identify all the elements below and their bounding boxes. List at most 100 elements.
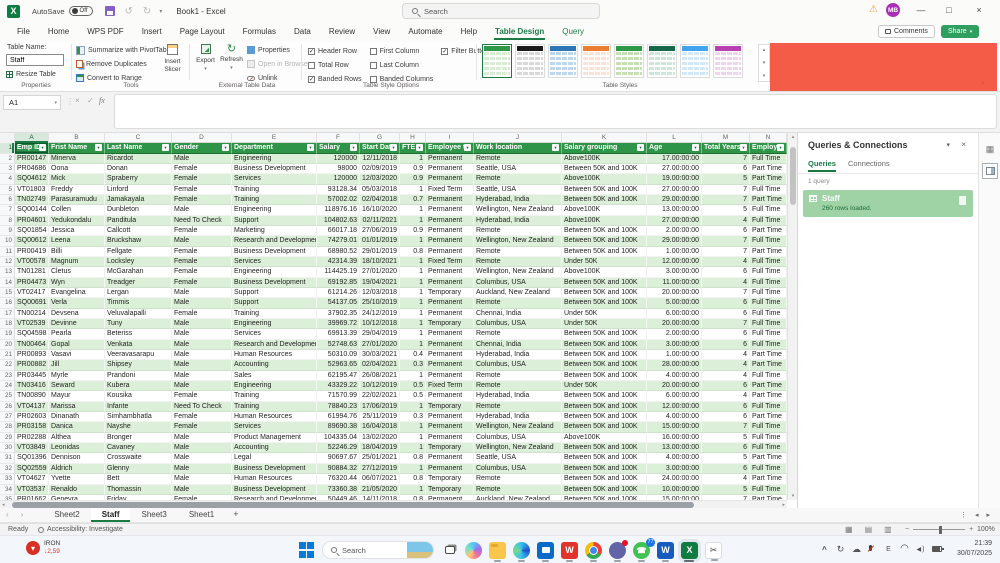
- sheet-tab-sheet3[interactable]: Sheet3: [130, 508, 177, 522]
- row-header-20[interactable]: 20: [0, 340, 15, 350]
- row-header-8[interactable]: 8: [0, 216, 15, 226]
- cell-F9[interactable]: 66017.18: [317, 226, 360, 236]
- row-header-25[interactable]: 25: [0, 391, 15, 401]
- cell-I11[interactable]: Permanent: [426, 247, 474, 257]
- cell-A3[interactable]: PR04686: [15, 164, 49, 174]
- cell-B14[interactable]: Wyn: [49, 278, 105, 288]
- cell-K14[interactable]: Between 50K and 100K: [562, 278, 647, 288]
- cell-I13[interactable]: Permanent: [426, 267, 474, 277]
- cell-D27[interactable]: Female: [172, 412, 232, 422]
- cell-K23[interactable]: Between 50K and 100K: [562, 371, 647, 381]
- row-header-7[interactable]: 7: [0, 205, 15, 215]
- cell-J16[interactable]: Remote: [474, 298, 562, 308]
- cell-J7[interactable]: Wellington, New Zealand: [474, 205, 562, 215]
- cell-B4[interactable]: Mick: [49, 174, 105, 184]
- cell-M14[interactable]: 4: [702, 278, 750, 288]
- cell-C18[interactable]: Tuny: [105, 319, 172, 329]
- accessibility-status[interactable]: Accessibility: Investigate: [47, 526, 123, 533]
- refresh-button[interactable]: ↻ Refresh ▾: [219, 43, 244, 85]
- cell-D29[interactable]: Male: [172, 433, 232, 443]
- cell-D14[interactable]: Female: [172, 278, 232, 288]
- cell-K33[interactable]: Between 50K and 100K: [562, 474, 647, 484]
- cell-F25[interactable]: 71570.99: [317, 391, 360, 401]
- row-header-31[interactable]: 31: [0, 453, 15, 463]
- cell-J27[interactable]: Hyderabad, India: [474, 412, 562, 422]
- cell-C15[interactable]: Lergan: [105, 288, 172, 298]
- cell-G14[interactable]: 19/04/2021: [360, 278, 400, 288]
- cell-N26[interactable]: Full Time: [750, 402, 787, 412]
- cell-A2[interactable]: PR00147: [15, 154, 49, 164]
- formula-input[interactable]: [114, 94, 997, 129]
- cell-F26[interactable]: 78840.23: [317, 402, 360, 412]
- cell-L12[interactable]: 12.00:00:00: [647, 257, 702, 267]
- cell-J14[interactable]: Columbus, USA: [474, 278, 562, 288]
- cell-N25[interactable]: Part Time: [750, 391, 787, 401]
- enter-icon[interactable]: ✓: [87, 96, 94, 105]
- cell-F23[interactable]: 62195.47: [317, 371, 360, 381]
- cell-H32[interactable]: 1: [400, 464, 426, 474]
- cell-A12[interactable]: VT00578: [15, 257, 49, 267]
- cell-B8[interactable]: Yedukondalu: [49, 216, 105, 226]
- tab-scroll-left-icon[interactable]: ◂: [975, 511, 979, 519]
- cell-C10[interactable]: Bruckshaw: [105, 236, 172, 246]
- cell-M10[interactable]: 7: [702, 236, 750, 246]
- cell-G9[interactable]: 27/06/2019: [360, 226, 400, 236]
- cell-E17[interactable]: Training: [232, 309, 317, 319]
- cell-J17[interactable]: Chennai, India: [474, 309, 562, 319]
- cell-I9[interactable]: Permanent: [426, 226, 474, 236]
- cell-B3[interactable]: Oona: [49, 164, 105, 174]
- cell-I15[interactable]: Temporary: [426, 288, 474, 298]
- cell-M19[interactable]: 6: [702, 329, 750, 339]
- cell-A34[interactable]: VT03537: [15, 485, 49, 495]
- query-peek-icon[interactable]: [959, 196, 966, 205]
- cell-B2[interactable]: Minerva: [49, 154, 105, 164]
- select-all-corner[interactable]: [0, 133, 15, 143]
- cell-I6[interactable]: Permanent: [426, 195, 474, 205]
- cell-D5[interactable]: Female: [172, 185, 232, 195]
- cell-B20[interactable]: Gopal: [49, 340, 105, 350]
- cell-G30[interactable]: 18/04/2019: [360, 443, 400, 453]
- cell-C20[interactable]: Venkata: [105, 340, 172, 350]
- cell-E25[interactable]: Training: [232, 391, 317, 401]
- cell-G6[interactable]: 02/04/2018: [360, 195, 400, 205]
- row-header-33[interactable]: 33: [0, 474, 15, 484]
- cell-M8[interactable]: 4: [702, 216, 750, 226]
- taskbar-search[interactable]: Search: [322, 541, 434, 559]
- table-style-tile-3[interactable]: [548, 44, 578, 78]
- cell-I8[interactable]: Permanent: [426, 216, 474, 226]
- cell-L16[interactable]: 5.00:00:00: [647, 298, 702, 308]
- tray-sync-icon[interactable]: [836, 543, 845, 555]
- cell-A29[interactable]: PR02288: [15, 433, 49, 443]
- cell-H22[interactable]: 0.3: [400, 360, 426, 370]
- cell-K5[interactable]: Between 50K and 100K: [562, 185, 647, 195]
- cell-C16[interactable]: Timmis: [105, 298, 172, 308]
- row-header-10[interactable]: 10: [0, 236, 15, 246]
- cell-M21[interactable]: 4: [702, 350, 750, 360]
- redo-icon[interactable]: ↻: [143, 6, 151, 17]
- filter-icon[interactable]: ▾: [637, 144, 644, 151]
- cell-C14[interactable]: Treadger: [105, 278, 172, 288]
- ribbon-tab-table-design[interactable]: Table Design: [486, 23, 553, 41]
- remove-duplicates-button[interactable]: Remove Duplicates: [76, 57, 172, 71]
- table-style-tile-4[interactable]: [581, 44, 611, 78]
- cell-B29[interactable]: Althea: [49, 433, 105, 443]
- cell-E6[interactable]: Training: [232, 195, 317, 205]
- insert-slicer-button[interactable]: Insert Slicer: [159, 43, 186, 85]
- cell-I14[interactable]: Permanent: [426, 278, 474, 288]
- cell-A28[interactable]: PR03158: [15, 422, 49, 432]
- cell-A18[interactable]: VT02539: [15, 319, 49, 329]
- cell-H10[interactable]: 1: [400, 236, 426, 246]
- tray-wifi-icon[interactable]: [900, 543, 909, 555]
- cell-G7[interactable]: 16/10/2020: [360, 205, 400, 215]
- cell-K16[interactable]: Between 50K and 100K: [562, 298, 647, 308]
- gallery-more-icon[interactable]: ▾: [763, 73, 766, 79]
- cell-H21[interactable]: 0.4: [400, 350, 426, 360]
- cell-G22[interactable]: 02/04/2021: [360, 360, 400, 370]
- cell-F13[interactable]: 114425.19: [317, 267, 360, 277]
- filter-icon[interactable]: ▾: [350, 144, 357, 151]
- cell-M18[interactable]: 7: [702, 319, 750, 329]
- cell-J5[interactable]: Seattle, USA: [474, 185, 562, 195]
- row-header-17[interactable]: 17: [0, 309, 15, 319]
- cell-N14[interactable]: Full Time: [750, 278, 787, 288]
- ribbon-tab-review[interactable]: Review: [320, 23, 364, 41]
